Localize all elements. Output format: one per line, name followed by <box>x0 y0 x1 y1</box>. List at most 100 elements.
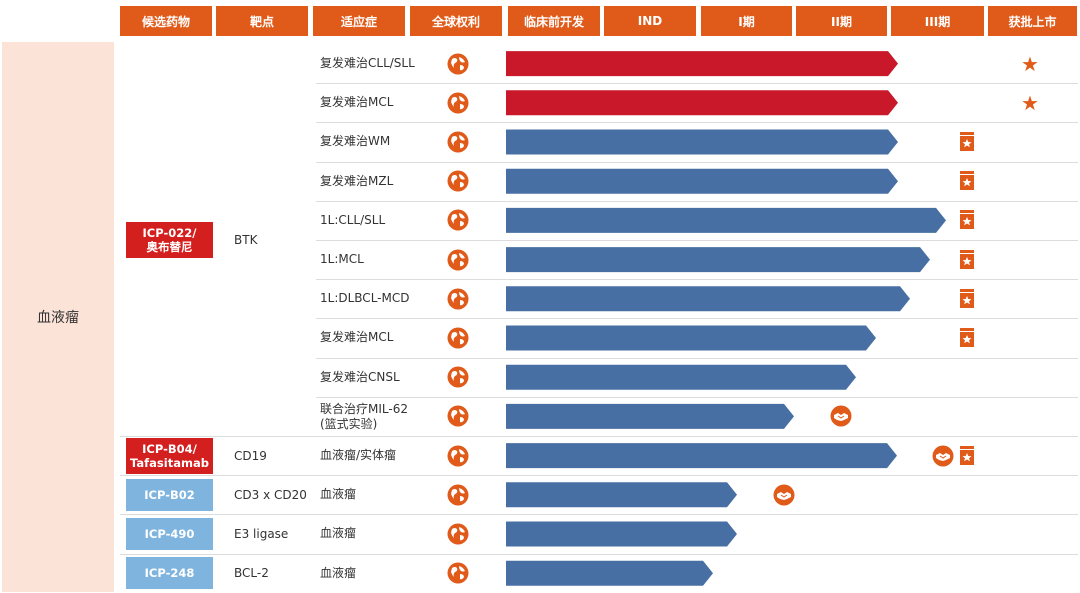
indication-label: 血液瘤 <box>320 514 430 553</box>
drug-badge: ICP-B04/Tafasitamab <box>126 438 213 474</box>
row-divider <box>316 83 1078 84</box>
globe-icon <box>447 288 469 310</box>
indication-label: 复发难治WM <box>320 122 430 161</box>
header-cell: 候选药物 <box>120 6 212 36</box>
handshake-icon <box>830 405 852 427</box>
star-icon: ★ <box>1021 52 1039 76</box>
indication-text: 复发难治MCL <box>320 330 394 344</box>
progress-bar <box>506 207 946 233</box>
header-label: 候选药物 <box>141 14 190 29</box>
drug-name: ICP-248 <box>144 565 195 580</box>
row-divider <box>316 397 1078 398</box>
indication-text: 血液瘤/实体瘤 <box>320 448 397 462</box>
header-label: IND <box>637 14 663 28</box>
indication-label: 1L:MCL <box>320 240 430 279</box>
drug-target: CD19 <box>234 449 267 463</box>
globe-icon <box>447 405 469 427</box>
globe-icon <box>447 327 469 349</box>
globe-icon <box>447 53 469 75</box>
header-cell: I期 <box>701 6 792 36</box>
bar-label: 中国国家药监局批准上市: 2020年12月25日 <box>516 97 724 109</box>
globe-icon <box>447 445 469 467</box>
bar-label: 2022年NDA获受理 <box>516 137 608 149</box>
row-divider <box>316 358 1078 359</box>
drug-name-sub: 奥布替尼 <box>146 240 193 254</box>
row-divider <box>316 201 1078 202</box>
indication-text: 1L:CLL/SLL <box>320 213 386 227</box>
indication-text: 复发难治CNSL <box>320 370 400 384</box>
bar-label: 中国国家药监局批准上市: 2020年12月25日 <box>516 58 724 70</box>
indication-text-sub: (篮式实验) <box>320 416 378 431</box>
indication-label: 1L:CLL/SLL <box>320 201 430 240</box>
globe-icon <box>447 92 469 114</box>
progress-bar <box>506 364 856 390</box>
header-label: 靶点 <box>249 14 274 29</box>
drug-target: BCL-2 <box>234 566 269 580</box>
drug-badge: ICP-248 <box>126 557 213 589</box>
header-cell: 全球权利 <box>410 6 502 36</box>
row-divider <box>120 514 1078 515</box>
header-label: II期 <box>831 14 852 29</box>
header-cell: II期 <box>796 6 887 36</box>
drug-name-sub: Tafasitamab <box>130 456 209 470</box>
row-divider <box>316 318 1078 319</box>
ribbon-icon <box>959 171 975 191</box>
row-divider <box>120 554 1078 555</box>
header-cell: 获批上市 <box>988 6 1077 36</box>
header-label: I期 <box>738 14 755 29</box>
globe-icon <box>447 170 469 192</box>
indication-label: 复发难治CLL/SLL <box>320 44 430 83</box>
header-cell: 适应症 <box>313 6 405 36</box>
ribbon-icon <box>959 250 975 270</box>
progress-bar <box>506 247 930 273</box>
globe-icon <box>447 249 469 271</box>
header-label: 临床前开发 <box>523 14 584 29</box>
drug-name: ICP-B04/ <box>142 441 197 456</box>
indication-text: 联合治疗MIL-62 <box>320 401 408 416</box>
drug-target: CD3 x CD20 <box>234 488 307 502</box>
handshake-icon <box>932 445 954 467</box>
header-cell: IND <box>604 6 696 36</box>
indication-text: 复发难治MZL <box>320 174 394 188</box>
drug-name: ICP-B02 <box>144 487 195 502</box>
row-divider <box>316 162 1078 163</box>
ribbon-icon <box>959 446 975 466</box>
header-label: III期 <box>924 14 951 29</box>
ribbon-icon <box>959 210 975 230</box>
ribbon-icon <box>959 328 975 348</box>
header-cell: 临床前开发 <box>508 6 600 36</box>
drug-name: ICP-490 <box>144 526 195 541</box>
indication-text: 1L:DLBCL-MCD <box>320 291 410 305</box>
indication-label: 复发难治MCL <box>320 83 430 122</box>
indication-text: 血液瘤 <box>320 526 357 540</box>
header-label: 获批上市 <box>1008 14 1057 29</box>
bar-label: 美国研发状态 <box>516 333 579 345</box>
indication-label: 血液瘤 <box>320 475 430 514</box>
indication-text: 血液瘤 <box>320 487 357 501</box>
indication-text: 1L:MCL <box>320 252 364 266</box>
indication-text: 复发难治MCL <box>320 95 394 109</box>
indication-label: 复发难治MCL <box>320 318 430 357</box>
header-cell: 靶点 <box>216 6 308 36</box>
bar-label: 2022年NDA获受理 <box>516 176 608 188</box>
progress-bar <box>506 286 910 312</box>
globe-icon <box>447 484 469 506</box>
drug-target: E3 ligase <box>234 527 289 541</box>
indication-label: 血液瘤 <box>320 554 430 593</box>
globe-icon <box>447 131 469 153</box>
indication-label: 复发难治CNSL <box>320 358 430 397</box>
indication-label: 复发难治MZL <box>320 162 430 201</box>
indication-label: 联合治疗MIL-62 (篮式实验) <box>320 397 430 436</box>
progress-bar <box>506 560 713 586</box>
header-label: 适应症 <box>340 14 377 29</box>
drug-badge: ICP-022/奥布替尼 <box>126 222 213 258</box>
ribbon-icon <box>959 289 975 309</box>
globe-icon <box>447 366 469 388</box>
handshake-icon <box>773 484 795 506</box>
indication-label: 1L:DLBCL-MCD <box>320 279 430 318</box>
indication-text: 血液瘤 <box>320 566 357 580</box>
row-divider <box>316 240 1078 241</box>
progress-bar <box>506 443 897 469</box>
drug-badge: ICP-B02 <box>126 479 213 511</box>
drug-badge: ICP-490 <box>126 518 213 550</box>
